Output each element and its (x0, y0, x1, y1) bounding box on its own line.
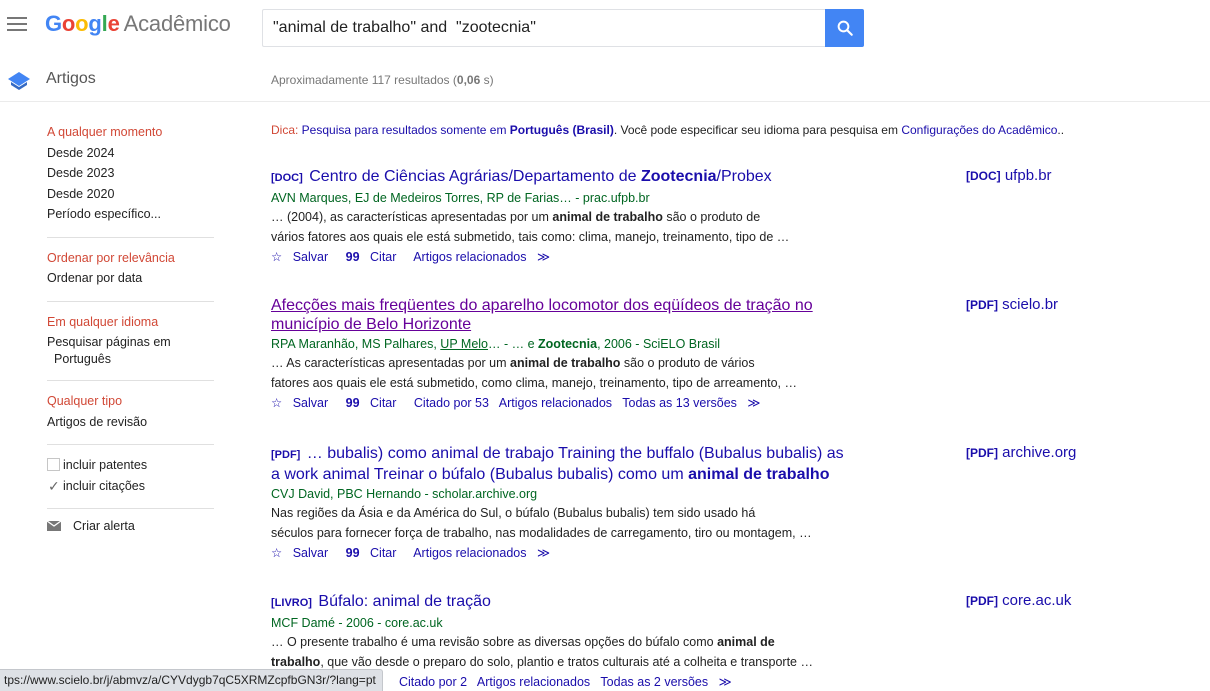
include-patents-checkbox[interactable]: incluir patentes (47, 455, 214, 476)
quote-icon: 99 (345, 546, 360, 560)
include-citations-checkbox[interactable]: incluir citações (47, 476, 214, 496)
checkbox-unchecked[interactable] (47, 458, 60, 471)
divider (47, 444, 214, 445)
result-authors: MCF Damé - 2006 - core.ac.uk (271, 616, 443, 630)
cited-by-link[interactable]: Citado por 2 (399, 675, 467, 689)
result-item: [PDF] … bubalis) como animal de trabajo … (271, 444, 891, 563)
search-icon (837, 20, 853, 36)
logo-product: Acadêmico (123, 11, 231, 36)
logo-google: Google (45, 11, 120, 36)
star-icon: ☆ (271, 250, 283, 264)
save-button[interactable]: ☆ Salvar (271, 396, 335, 410)
divider (47, 380, 214, 381)
full-text-link[interactable]: [PDF] scielo.br (966, 296, 1058, 313)
sort-by-relevance[interactable]: Ordenar por relevância (47, 248, 214, 269)
divider (47, 300, 214, 302)
filter-any-time[interactable]: A qualquer momento (47, 122, 214, 143)
link-status-bar: tps://www.scielo.br/j/abmvz/a/CYVdygb7qC… (0, 669, 383, 691)
subheader: Artigos Aproximadamente 117 resultados (… (0, 62, 1210, 102)
result-title[interactable]: [LIVRO] Búfalo: animal de tração (271, 592, 891, 613)
result-actions: ☆ Salvar 99 Citar Artigos relacionados ≫ (271, 544, 891, 563)
result-authors: RPA Maranhão, MS Palhares, UP Melo… - … … (271, 337, 721, 351)
all-versions-link[interactable]: Todas as 13 versões (622, 396, 737, 410)
related-articles-link[interactable]: Artigos relacionados (413, 250, 526, 264)
menu-icon[interactable] (7, 17, 27, 33)
header: Google Acadêmico (0, 0, 1210, 56)
result-snippet: … O presente trabalho é uma revisão sobr… (271, 635, 813, 669)
star-icon: ☆ (271, 546, 283, 560)
result-actions: ☆ Salvar 99 Citar Citado por 53 Artigos … (271, 394, 891, 413)
more-icon[interactable]: ≫ (537, 546, 550, 560)
filter-any-language[interactable]: Em qualquer idioma (47, 312, 214, 333)
related-articles-link[interactable]: Artigos relacionados (477, 675, 590, 689)
full-text-link[interactable]: [DOC] ufpb.br (966, 167, 1052, 184)
filter-since-2020[interactable]: Desde 2020 (47, 184, 214, 205)
filter-since-2023[interactable]: Desde 2023 (47, 163, 214, 184)
result-snippet: … As características apresentadas por um… (271, 356, 797, 390)
logo[interactable]: Google Acadêmico (45, 11, 231, 37)
all-versions-link[interactable]: Todas as 2 versões (600, 675, 708, 689)
articles-icon (8, 72, 30, 90)
cite-button[interactable]: 99 Citar (346, 546, 404, 560)
create-alert-button[interactable]: Criar alerta (47, 519, 214, 533)
search-input[interactable] (262, 9, 826, 47)
cite-button[interactable]: 99 Citar (346, 396, 404, 410)
checkbox-checked[interactable] (47, 476, 60, 496)
search-button[interactable] (825, 9, 864, 47)
related-articles-link[interactable]: Artigos relacionados (413, 546, 526, 560)
envelope-icon (47, 521, 61, 531)
result-authors: AVN Marques, EJ de Medeiros Torres, RP d… (271, 191, 650, 205)
section-title: Artigos (46, 70, 96, 87)
filter-custom-range[interactable]: Período específico... (47, 204, 214, 225)
filter-since-2024[interactable]: Desde 2024 (47, 143, 214, 164)
result-item: [DOC] Centro de Ciências Agrárias/Depart… (271, 167, 891, 267)
full-text-link[interactable]: [PDF] core.ac.uk (966, 592, 1071, 609)
related-articles-link[interactable]: Artigos relacionados (499, 396, 612, 410)
result-actions: ☆ Salvar 99 Citar Artigos relacionados ≫ (271, 248, 891, 267)
filter-review-articles[interactable]: Artigos de revisão (47, 412, 214, 433)
quote-icon: 99 (345, 396, 360, 410)
author-link[interactable]: UP Melo (440, 337, 488, 351)
quote-icon: 99 (345, 250, 360, 264)
cited-by-link[interactable]: Citado por 53 (414, 396, 489, 410)
filter-portuguese-pages[interactable]: Pesquisar páginas em Português (47, 334, 214, 368)
result-authors: CVJ David, PBC Hernando - scholar.archiv… (271, 487, 538, 501)
cite-button[interactable]: 99 Citar (346, 250, 404, 264)
save-button[interactable]: ☆ Salvar (271, 250, 335, 264)
more-icon[interactable]: ≫ (719, 675, 732, 689)
more-icon[interactable]: ≫ (747, 396, 760, 410)
result-title[interactable]: Afecções mais freqüentes do aparelho loc… (271, 296, 891, 334)
divider (47, 236, 214, 238)
sidebar: A qualquer momento Desde 2024 Desde 2023… (47, 122, 214, 533)
tip-search-link[interactable]: Pesquisa para resultados somente em Port… (298, 123, 614, 137)
filter-any-type[interactable]: Qualquer tipo (47, 391, 214, 412)
sort-by-date[interactable]: Ordenar por data (47, 268, 214, 289)
star-icon: ☆ (271, 396, 283, 410)
result-snippet: … (2004), as características apresentada… (271, 210, 790, 244)
result-title[interactable]: [PDF] … bubalis) como animal de trabajo … (271, 444, 891, 484)
result-title[interactable]: [DOC] Centro de Ciências Agrárias/Depart… (271, 167, 891, 188)
result-item: Afecções mais freqüentes do aparelho loc… (271, 296, 891, 413)
save-button[interactable]: ☆ Salvar (271, 546, 335, 560)
divider (47, 508, 214, 509)
language-tip: Dica: Pesquisa para resultados somente e… (271, 123, 1065, 137)
full-text-link[interactable]: [PDF] archive.org (966, 444, 1076, 461)
scholar-settings-link[interactable]: Configurações do Acadêmico (901, 123, 1057, 137)
results-count: Aproximadamente 117 resultados (0,06 s) (271, 73, 494, 87)
more-icon[interactable]: ≫ (537, 250, 550, 264)
result-snippet: Nas regiões da Ásia e da América do Sul,… (271, 506, 812, 540)
